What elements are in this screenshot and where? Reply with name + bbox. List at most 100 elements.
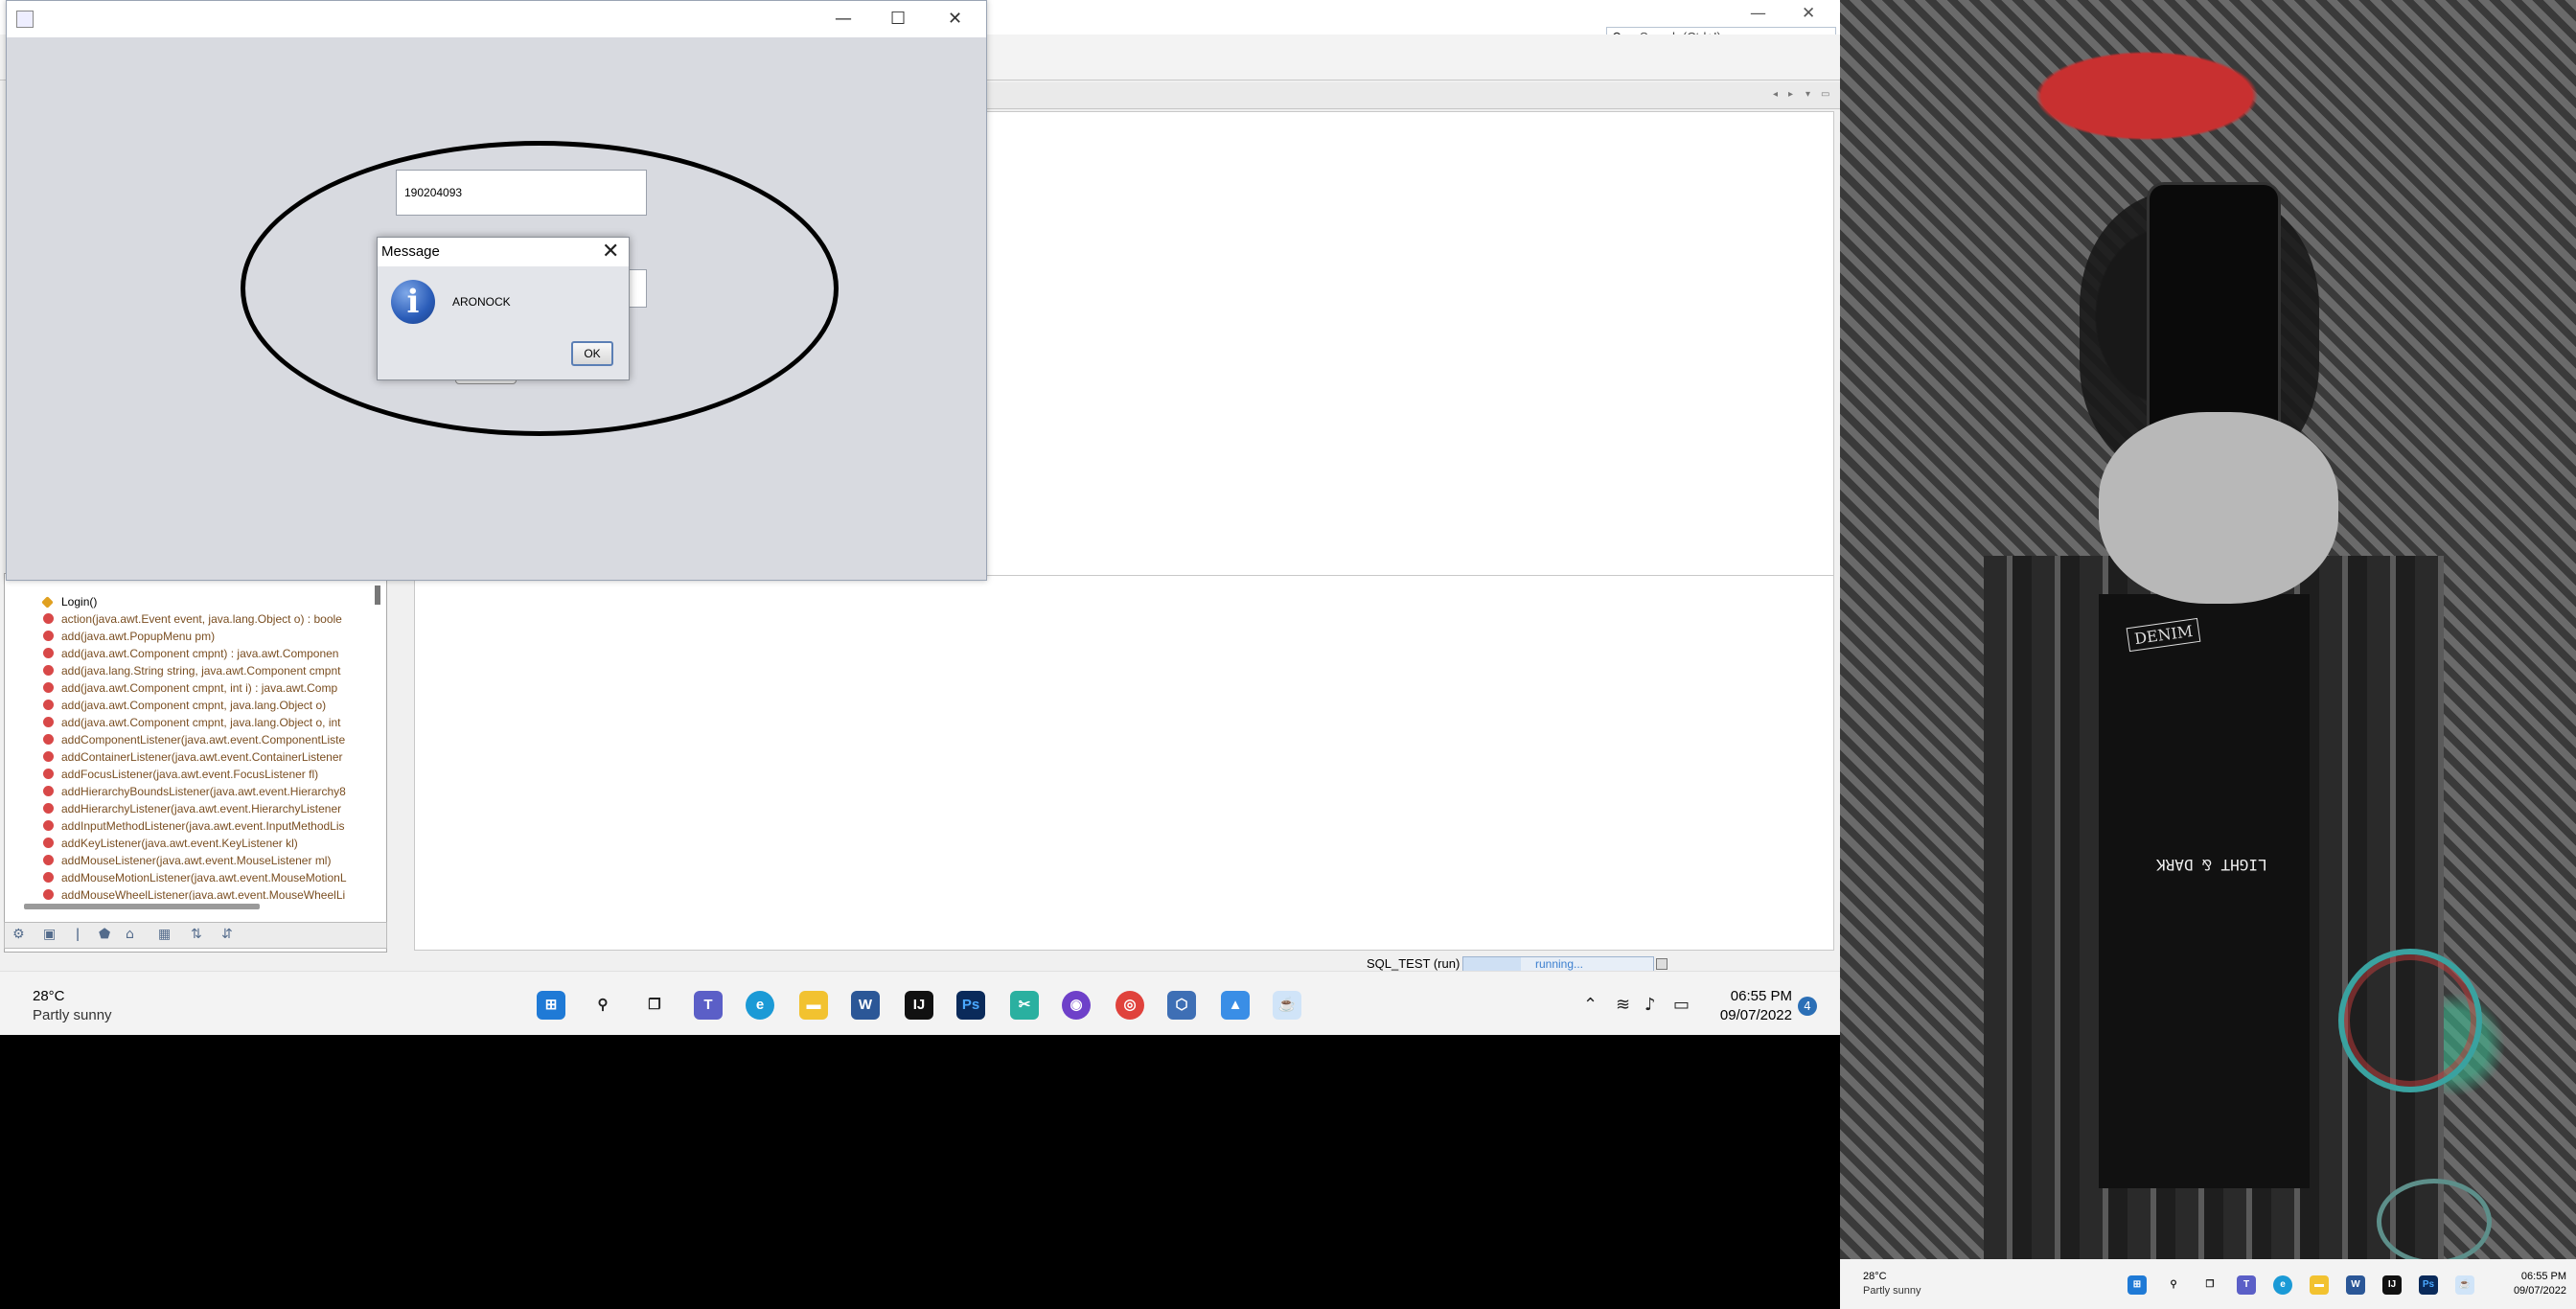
method-icon: [43, 872, 54, 883]
ok-button[interactable]: OK: [571, 341, 613, 366]
info-icon: i: [391, 280, 435, 324]
navigator-item[interactable]: addContainerListener(java.awt.event.Cont…: [43, 748, 343, 766]
teams-icon[interactable]: T: [2237, 1275, 2256, 1295]
wifi-icon[interactable]: ≋: [1616, 995, 1630, 1015]
start-icon[interactable]: ⊞: [2128, 1275, 2147, 1295]
static-icon[interactable]: ǀ: [76, 927, 80, 942]
navigator-item[interactable]: addMouseMotionListener(java.awt.event.Mo…: [43, 869, 347, 886]
navigator-item-label: add(java.lang.String string, java.awt.Co…: [61, 664, 341, 677]
username-field[interactable]: 190204093: [396, 170, 647, 216]
method-icon: [43, 751, 54, 762]
weather-description-secondary[interactable]: Partly sunny: [1863, 1285, 1921, 1297]
navigator-item[interactable]: add(java.lang.String string, java.awt.Co…: [43, 662, 341, 679]
navigator-item[interactable]: addKeyListener(java.awt.event.KeyListene…: [43, 835, 298, 852]
navigator-item[interactable]: addFocusListener(java.awt.event.FocusLis…: [43, 766, 318, 783]
login-close-button[interactable]: ✕: [948, 9, 962, 29]
volume-icon[interactable]: ♪: [1644, 995, 1656, 1015]
navigator-item[interactable]: addHierarchyBoundsListener(java.awt.even…: [43, 783, 346, 800]
fields-icon[interactable]: ▣: [43, 927, 56, 942]
navigator-item-label: addComponentListener(java.awt.event.Comp…: [61, 733, 346, 746]
method-icon: [43, 820, 54, 831]
tab-list-icon[interactable]: ▾: [1806, 89, 1810, 100]
tab-scroll-left-icon[interactable]: ◂: [1773, 89, 1778, 100]
clock-date-secondary[interactable]: 09/07/2022: [2453, 1285, 2566, 1297]
github-icon[interactable]: ◉: [1062, 991, 1091, 1020]
word-icon[interactable]: W: [851, 991, 880, 1020]
notification-badge[interactable]: 4: [1798, 997, 1817, 1016]
java-icon[interactable]: ☕: [1273, 991, 1301, 1020]
navigator-filter-bar: ⚙ ▣ ǀ ⬟ ⌂ ▦ ⇅ ⇵: [4, 922, 387, 949]
filter-icon[interactable]: ⚙: [12, 927, 25, 942]
method-icon: [43, 769, 54, 779]
file-explorer-icon[interactable]: ▬: [2310, 1275, 2329, 1295]
navigator-item[interactable]: addMouseWheelListener(java.awt.event.Mou…: [43, 886, 345, 900]
right-monitor: DENIM LIGHT & DARK 28°C Partly sunny ⊞ ⚲…: [1840, 0, 2576, 1309]
snip-icon[interactable]: ✂: [1010, 991, 1039, 1020]
method-icon: [43, 648, 54, 658]
navigator-item[interactable]: add(java.awt.PopupMenu pm): [43, 628, 215, 645]
sort-type-icon[interactable]: ▦: [158, 927, 171, 942]
stop-process-button[interactable]: [1656, 958, 1668, 970]
search-icon[interactable]: ⚲: [588, 991, 617, 1020]
shirt-text-light-dark: LIGHT & DARK: [2156, 856, 2267, 874]
file-explorer-icon[interactable]: ▬: [799, 991, 828, 1020]
navigator-item-label: add(java.awt.PopupMenu pm): [61, 630, 216, 643]
sort-source-icon[interactable]: ⇵: [221, 927, 233, 942]
virtualbox-icon[interactable]: ⬡: [1167, 991, 1196, 1020]
intellij-icon[interactable]: IJ: [2382, 1275, 2402, 1295]
login-window-title-bar: — ☐ ✕: [7, 1, 986, 37]
maximize-editor-icon[interactable]: ▭: [1821, 89, 1829, 100]
clock-time[interactable]: 06:55 PM: [1668, 988, 1792, 1004]
ide-minimize-button[interactable]: —: [1750, 4, 1766, 23]
navigator-item[interactable]: action(java.awt.Event event, java.lang.O…: [43, 610, 342, 628]
teams-icon[interactable]: T: [694, 991, 723, 1020]
inherited-icon[interactable]: ⌂: [126, 927, 134, 942]
word-icon[interactable]: W: [2346, 1275, 2365, 1295]
chrome-icon[interactable]: ◎: [1116, 991, 1144, 1020]
navigator-list: Login() action(java.awt.Event event, java…: [5, 574, 369, 900]
edge-icon[interactable]: e: [746, 991, 774, 1020]
photoshop-icon[interactable]: Ps: [2419, 1275, 2438, 1295]
start-icon[interactable]: ⊞: [537, 991, 565, 1020]
navigator-item-label: addFocusListener(java.awt.event.FocusLis…: [61, 768, 319, 781]
weather-temperature-secondary[interactable]: 28°C: [1863, 1271, 1887, 1282]
photos-icon[interactable]: ▲: [1221, 991, 1250, 1020]
weather-description[interactable]: Partly sunny: [33, 1007, 112, 1023]
tab-scroll-right-icon[interactable]: ▸: [1788, 89, 1793, 100]
navigator-item[interactable]: add(java.awt.Component cmpnt) : java.awt…: [43, 645, 338, 662]
message-dialog: Message ✕ i ARONOCK OK: [377, 237, 630, 380]
navigator-item[interactable]: addComponentListener(java.awt.event.Comp…: [43, 731, 345, 748]
navigator-item[interactable]: Login(): [41, 593, 97, 610]
task-view-icon[interactable]: ❐: [640, 991, 669, 1020]
lock-icon[interactable]: ⬟: [99, 927, 110, 942]
navigator-item[interactable]: add(java.awt.Component cmpnt, java.lang.…: [43, 714, 341, 731]
ide-close-button[interactable]: ✕: [1802, 4, 1815, 23]
intellij-icon[interactable]: IJ: [905, 991, 933, 1020]
login-maximize-button[interactable]: ☐: [890, 9, 906, 29]
edge-icon[interactable]: e: [2273, 1275, 2292, 1295]
output-area[interactable]: [414, 575, 1834, 951]
tray-chevron-icon[interactable]: ⌃: [1583, 995, 1598, 1015]
navigator-item[interactable]: addInputMethodListener(java.awt.event.In…: [43, 817, 345, 835]
login-minimize-button[interactable]: —: [835, 9, 852, 29]
sort-alpha-icon[interactable]: ⇅: [191, 927, 202, 942]
photoshop-icon[interactable]: Ps: [956, 991, 985, 1020]
navigator-item[interactable]: addHierarchyListener(java.awt.event.Hier…: [43, 800, 341, 817]
navigator-item[interactable]: addMouseListener(java.awt.event.MouseLis…: [43, 852, 331, 869]
navigator-item-label: addInputMethodListener(java.awt.event.In…: [61, 819, 345, 833]
constructor-icon: [41, 596, 54, 609]
method-icon: [43, 665, 54, 676]
weather-temperature[interactable]: 28°C: [33, 988, 65, 1004]
navigator-vscroll[interactable]: [375, 586, 380, 605]
navigator-item[interactable]: add(java.awt.Component cmpnt, int i) : j…: [43, 679, 337, 697]
navigator-item-label: addMouseWheelListener(java.awt.event.Mou…: [61, 888, 346, 900]
navigator-hscroll[interactable]: [24, 904, 260, 909]
clock-date[interactable]: 09/07/2022: [1668, 1007, 1792, 1023]
search-icon[interactable]: ⚲: [2164, 1275, 2183, 1295]
task-view-icon[interactable]: ❐: [2200, 1275, 2220, 1295]
navigator-item-label: addKeyListener(java.awt.event.KeyListene…: [61, 837, 298, 850]
navigator-item[interactable]: add(java.awt.Component cmpnt, java.lang.…: [43, 697, 326, 714]
dialog-close-icon[interactable]: ✕: [602, 240, 619, 264]
navigator-item-label: add(java.awt.Component cmpnt) : java.awt…: [61, 647, 339, 660]
clock-time-secondary[interactable]: 06:55 PM: [2453, 1271, 2566, 1282]
